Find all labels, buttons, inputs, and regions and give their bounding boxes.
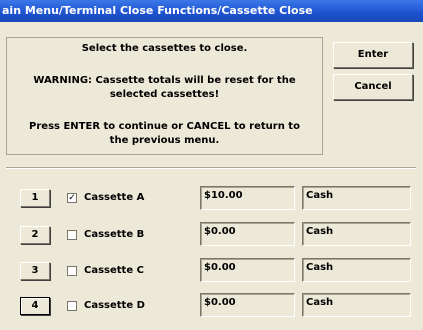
cassette-c-checkbox[interactable] [67, 266, 77, 276]
cassette-a-amount: $10.00 [200, 186, 295, 210]
help-text-2: the previous menu. [109, 135, 220, 146]
warning-text-2: selected cassettes! [109, 89, 220, 100]
cassette-2-button[interactable]: 2 [20, 226, 50, 244]
help-text: Press ENTER to continue or CANCEL to ret… [29, 121, 300, 132]
divider [6, 167, 416, 169]
cassette-b-type: Cash [302, 222, 411, 246]
cassette-b-checkbox[interactable] [67, 230, 77, 240]
cassette-3-button[interactable]: 3 [20, 262, 50, 280]
enter-button[interactable]: Enter [333, 42, 413, 68]
cassette-c-type: Cash [302, 258, 411, 282]
window-title: ain Menu/Terminal Close Functions/Casset… [2, 4, 313, 17]
cassette-c-amount: $0.00 [200, 258, 295, 282]
cassette-4-button[interactable]: 4 [20, 297, 50, 315]
cassette-b-amount: $0.00 [200, 222, 295, 246]
cassette-d-type: Cash [302, 293, 411, 317]
cassette-a-type: Cash [302, 186, 411, 210]
cassette-c-label: Cassette C [84, 265, 144, 276]
cancel-button[interactable]: Cancel [333, 74, 413, 100]
cassette-a-label: Cassette A [84, 192, 145, 203]
cassette-b-label: Cassette B [84, 229, 145, 240]
warning-text: WARNING: Cassette totals will be reset f… [33, 75, 296, 86]
cassette-d-checkbox[interactable] [67, 301, 77, 311]
cassette-d-amount: $0.00 [200, 293, 295, 317]
cassette-d-label: Cassette D [84, 300, 145, 311]
instruction-text: Select the cassettes to close. [81, 43, 248, 54]
window-title-bar: ain Menu/Terminal Close Functions/Casset… [0, 0, 423, 22]
cassette-1-button[interactable]: 1 [20, 189, 50, 207]
cassette-a-checkbox[interactable]: ✓ [67, 193, 77, 203]
instruction-panel: Select the cassettes to close. WARNING: … [6, 37, 323, 155]
